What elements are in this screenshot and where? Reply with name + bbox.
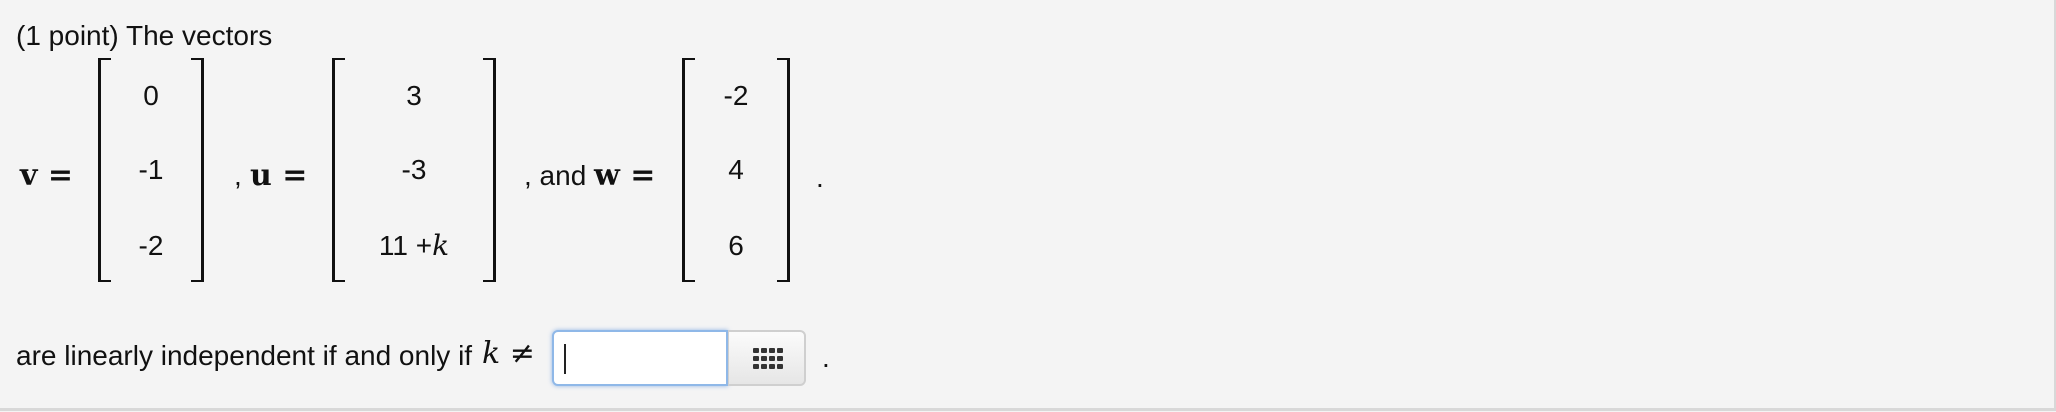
answer-prompt: are linearly independent if and only if	[16, 340, 473, 371]
separator-w: , and	[524, 160, 587, 191]
answer-end-period: .	[822, 342, 830, 373]
vector-w-entry-2: 4	[728, 154, 744, 185]
vector-v-entry-1: 0	[143, 80, 159, 111]
vector-u-entry-1: 3	[406, 80, 422, 111]
text-caret	[564, 344, 566, 374]
matrix-entry-button[interactable]	[728, 330, 806, 386]
vector-w-matrix: -2 4 6	[682, 58, 790, 282]
vectors-end-period: .	[816, 162, 824, 193]
problem-intro: (1 point) The vectors	[16, 20, 273, 51]
vector-v-label: v =	[20, 158, 74, 193]
vector-w-label: w =	[594, 158, 656, 193]
vector-w-entry-3: 6	[728, 230, 744, 261]
answer-input[interactable]	[552, 330, 728, 386]
vector-u-entry-3: 11 +k	[378, 229, 450, 262]
vector-w-entry-1: -2	[723, 80, 749, 111]
vector-u-matrix: 3 -3 11 +k	[332, 58, 496, 282]
answer-condition: k ≠	[482, 336, 535, 371]
vector-u-entry-2: -3	[401, 154, 427, 185]
vector-u-label: u =	[250, 158, 308, 193]
matrix-grid-icon	[753, 348, 783, 370]
vector-v-entry-3: -2	[138, 230, 164, 261]
vector-v-matrix: 0 -1 -2	[98, 58, 204, 282]
vector-v-entry-2: -1	[138, 154, 164, 185]
separator-u: ,	[234, 160, 242, 191]
